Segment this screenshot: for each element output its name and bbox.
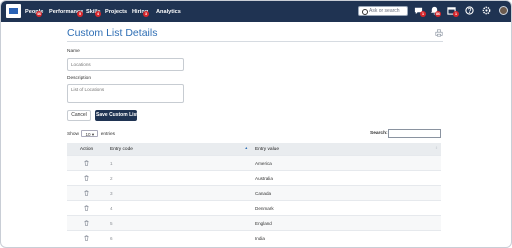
show-prefix: Show <box>67 131 79 137</box>
entry-value-cell: England <box>251 215 441 231</box>
sort-ascending-icon: ▲ <box>244 146 248 150</box>
page-size-control: Show 10 ▾ entries <box>67 130 115 137</box>
sort-icon: ⇕ <box>434 146 438 150</box>
nav-analytics[interactable]: Analytics <box>156 7 181 17</box>
help-icon[interactable] <box>465 6 474 15</box>
entry-value-cell: Canada <box>251 185 441 201</box>
nav-performance-badge: 5 <box>77 11 83 17</box>
column-header-action-label: Action <box>79 146 94 152</box>
name-field[interactable]: Locations <box>67 58 184 71</box>
cancel-button[interactable]: Cancel <box>67 110 91 121</box>
entry-value-cell: America <box>251 155 441 171</box>
top-navigation-bar: People 46 Performance 5 Skills 4 Project… <box>1 1 511 22</box>
row-action-cell <box>67 200 106 216</box>
calendar-badge: 1 <box>453 11 459 17</box>
settings-gear-icon[interactable] <box>482 6 491 15</box>
delete-trash-icon[interactable] <box>84 160 89 166</box>
entry-code-cell: 5 <box>106 215 251 231</box>
row-action-cell <box>67 185 106 201</box>
global-search-input[interactable]: Ask or search <box>358 6 408 16</box>
table-row: 3 Canada <box>67 185 441 201</box>
nav-hiring-badge: 3 <box>143 11 149 17</box>
description-field[interactable]: List of Locations <box>67 84 184 103</box>
row-action-cell <box>67 215 106 231</box>
table-row: 6 India <box>67 230 441 245</box>
delete-trash-icon[interactable] <box>84 190 89 196</box>
show-suffix: entries <box>100 131 116 137</box>
name-field-value: Locations <box>71 62 91 67</box>
entry-code-cell: 3 <box>106 185 251 201</box>
entry-value-cell: Denmark <box>251 200 441 216</box>
entries-table: Action Entry code ▲ Entry value ⇕ 1 Americ… <box>67 143 441 245</box>
page-title: Custom List Details <box>67 27 158 39</box>
row-action-cell <box>67 170 106 186</box>
global-search-placeholder: Ask or search <box>369 8 400 14</box>
entry-value-cell: India <box>251 230 441 245</box>
user-avatar[interactable] <box>499 6 508 15</box>
table-search-label: Search: <box>370 131 388 136</box>
bell-badge: 86 <box>435 11 441 17</box>
entry-code-cell: 4 <box>106 200 251 216</box>
table-row: 1 America <box>67 155 441 171</box>
chat-badge: 1 <box>420 11 426 17</box>
nav-projects[interactable]: Projects <box>105 7 127 17</box>
page-size-select[interactable]: 10 ▾ <box>81 130 99 137</box>
nav-projects-label: Projects <box>105 9 128 15</box>
table-row: 5 England <box>67 215 441 231</box>
delete-trash-icon[interactable] <box>84 205 89 211</box>
title-divider <box>67 41 443 42</box>
column-header-entry-code-label: Entry code <box>110 146 133 152</box>
name-label: Name <box>67 49 80 54</box>
app-logo[interactable] <box>6 4 21 18</box>
row-action-cell <box>67 155 106 171</box>
entry-code-cell: 2 <box>106 170 251 186</box>
delete-trash-icon[interactable] <box>84 235 89 241</box>
entry-code-cell: 1 <box>106 155 251 171</box>
entry-code-cell: 6 <box>106 230 251 245</box>
column-header-entry-value-label: Entry value <box>255 146 279 152</box>
search-icon <box>362 9 368 15</box>
nav-skills-badge: 4 <box>95 11 101 17</box>
table-row: 4 Denmark <box>67 200 441 216</box>
print-icon[interactable] <box>435 29 443 37</box>
save-custom-list-button[interactable]: Save Custom List <box>95 110 138 121</box>
description-label: Description <box>67 76 91 81</box>
table-header-row: Action Entry code ▲ Entry value ⇕ <box>67 143 441 156</box>
column-header-entry-code[interactable]: Entry code ▲ <box>106 143 251 156</box>
column-header-entry-value[interactable]: Entry value ⇕ <box>251 143 441 156</box>
page-size-value: 10 <box>85 132 91 137</box>
delete-trash-icon[interactable] <box>84 175 89 181</box>
nav-people-badge: 46 <box>36 11 42 17</box>
description-field-value: List of Locations <box>71 87 105 92</box>
table-row: 2 Australia <box>67 170 441 186</box>
table-search-input[interactable] <box>388 129 441 138</box>
delete-trash-icon[interactable] <box>84 220 89 226</box>
entry-value-cell: Australia <box>251 170 441 186</box>
nav-analytics-label: Analytics <box>156 9 181 15</box>
app-window: People 46 Performance 5 Skills 4 Project… <box>0 0 512 248</box>
row-action-cell <box>67 230 106 245</box>
column-header-action: Action <box>67 143 106 156</box>
